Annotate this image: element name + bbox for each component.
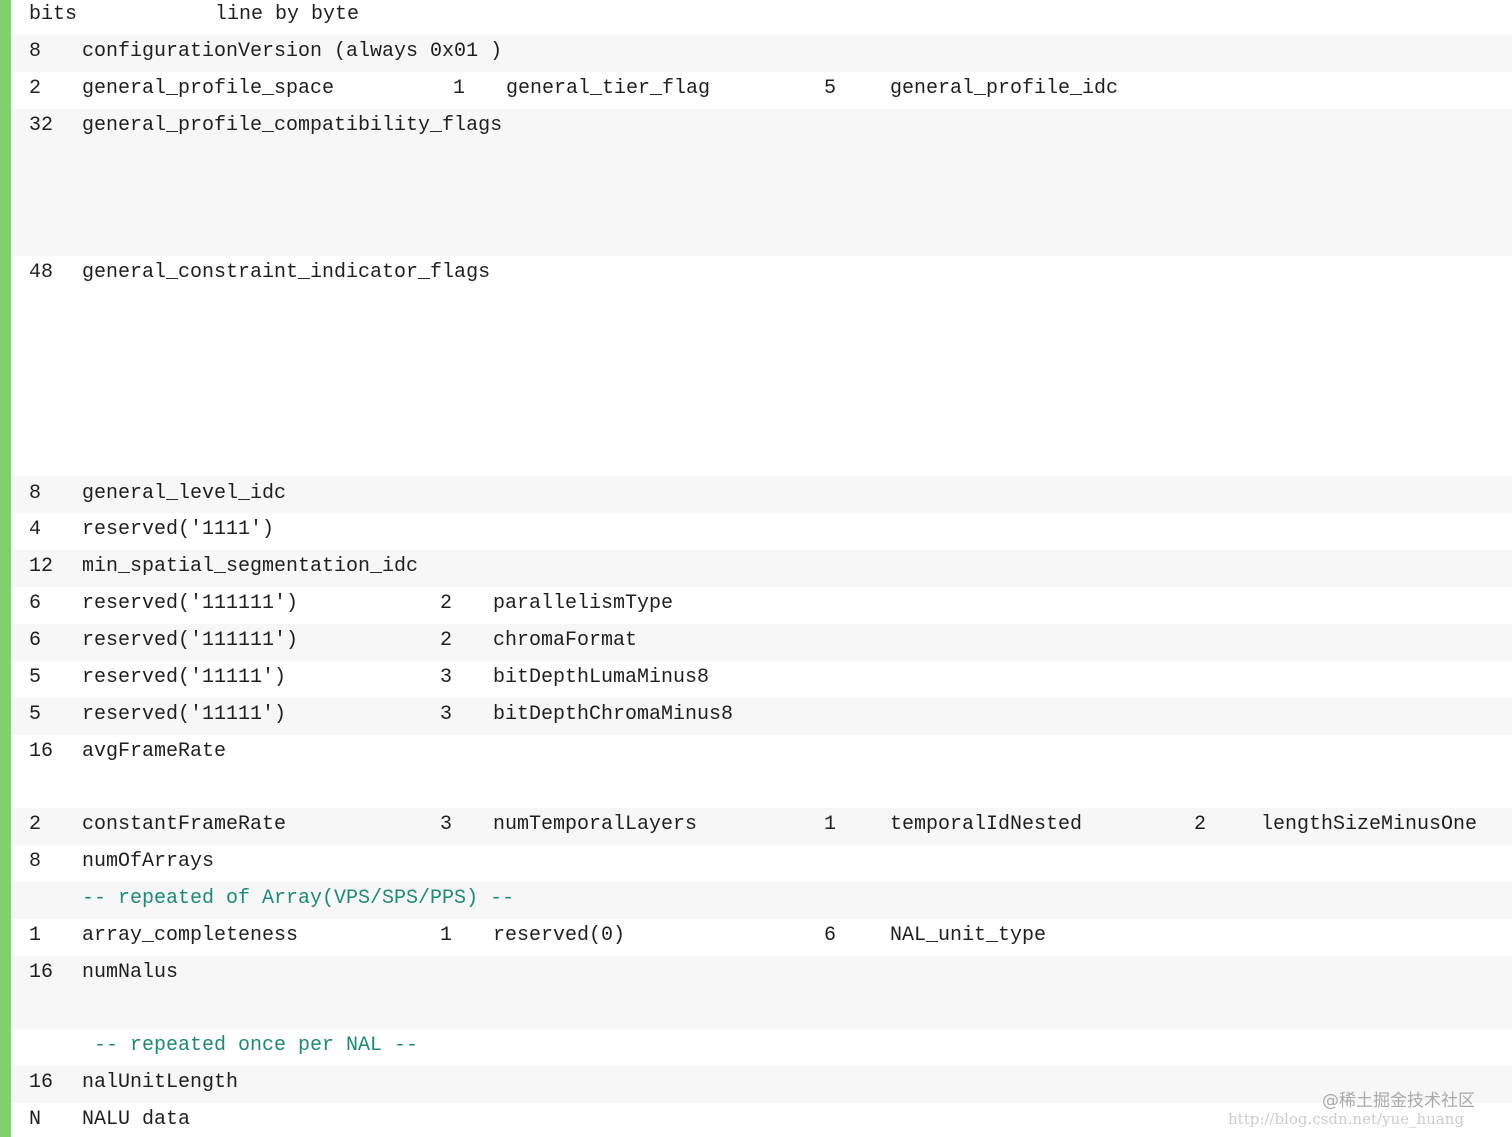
bits-cell: 2 [29, 813, 42, 836]
field-cell: reserved(0) [493, 924, 626, 947]
field-cell: reserved('11111') [82, 703, 287, 726]
repeat-comment: -- repeated of Array(VPS/SPS/PPS) -- [82, 887, 515, 910]
header-row: bits line by byte [11, 0, 1512, 35]
field-cell: reserved('111111') [82, 592, 299, 615]
bits-cell: 5 [824, 77, 837, 100]
bits-cell: 3 [440, 813, 453, 836]
field-cell: reserved('1111') [82, 518, 275, 541]
table-row: 2 general_profile_space 1 general_tier_f… [11, 72, 1512, 109]
table-title: line by byte [215, 3, 360, 26]
table-row: 6 reserved('111111') 2 parallelismType [11, 587, 1512, 624]
field-cell: min_spatial_segmentation_idc [82, 555, 419, 578]
bits-cell: 2 [29, 77, 42, 100]
bits-cell: 12 [29, 555, 54, 578]
field-cell: lengthSizeMinusOne [1261, 813, 1478, 836]
field-cell: general_profile_space [82, 77, 335, 100]
table-row: 48 general_constraint_indicator_flags [11, 256, 1512, 476]
field-cell: numTemporalLayers [493, 813, 698, 836]
bits-cell: 3 [440, 666, 453, 689]
table-row: 6 reserved('111111') 2 chromaFormat [11, 624, 1512, 661]
watermark-text: @稀土掘金技术社区 [1322, 1091, 1475, 1111]
bits-cell: 2 [1194, 813, 1207, 836]
bits-cell: 5 [29, 666, 42, 689]
bits-cell: 1 [29, 924, 42, 947]
bits-cell: 6 [29, 592, 42, 615]
field-cell: array_completeness [82, 924, 299, 947]
table-row: 1 array_completeness 1 reserved(0) 6 NAL… [11, 919, 1512, 956]
field-cell: chromaFormat [493, 629, 638, 652]
bits-cell: 2 [440, 629, 453, 652]
bits-cell: 4 [29, 518, 42, 541]
bits-cell: 48 [29, 261, 54, 284]
field-cell: numOfArrays [82, 850, 215, 873]
table-row: -- repeated once per NAL -- [11, 1029, 1512, 1066]
field-cell: general_profile_compatibility_flags [82, 114, 503, 137]
bits-cell: 1 [824, 813, 837, 836]
field-cell: bitDepthLumaMinus8 [493, 666, 710, 689]
repeat-comment: -- repeated once per NAL -- [82, 1034, 419, 1057]
bits-cell: 16 [29, 961, 54, 984]
table-row: 2 constantFrameRate 3 numTemporalLayers … [11, 808, 1512, 845]
field-cell: reserved('11111') [82, 666, 287, 689]
field-cell: general_constraint_indicator_flags [82, 261, 491, 284]
field-cell: constantFrameRate [82, 813, 287, 836]
table-row: 16 numNalus [11, 956, 1512, 1029]
field-cell: avgFrameRate [82, 740, 227, 763]
table-row: 32 general_profile_compatibility_flags [11, 109, 1512, 256]
bits-cell: 6 [824, 924, 837, 947]
field-cell: temporalIdNested [890, 813, 1083, 836]
table-row: 16 nalUnitLength [11, 1066, 1512, 1103]
field-cell: reserved('111111') [82, 629, 299, 652]
table-row: 8 numOfArrays [11, 845, 1512, 882]
bits-cell: N [29, 1108, 42, 1131]
field-cell: general_profile_idc [890, 77, 1119, 100]
bits-cell: 1 [440, 924, 453, 947]
bits-cell: 32 [29, 114, 54, 137]
bits-cell: 1 [453, 77, 466, 100]
field-cell: nalUnitLength [82, 1071, 239, 1094]
field-cell: parallelismType [493, 592, 674, 615]
table-row: 4 reserved('1111') [11, 513, 1512, 550]
field-cell: bitDepthChromaMinus8 [493, 703, 734, 726]
table-row: 5 reserved('11111') 3 bitDepthChromaMinu… [11, 698, 1512, 735]
table-row: -- repeated of Array(VPS/SPS/PPS) -- [11, 882, 1512, 919]
bits-cell: 5 [29, 703, 42, 726]
table-row: 8 configurationVersion (always 0x01 ) [11, 35, 1512, 72]
left-accent-bar [0, 0, 11, 1137]
table-row: 12 min_spatial_segmentation_idc [11, 550, 1512, 587]
bits-cell: 3 [440, 703, 453, 726]
field-cell: configurationVersion (always 0x01 ) [82, 40, 503, 63]
field-cell: general_tier_flag [506, 77, 711, 100]
field-cell: NAL_unit_type [890, 924, 1047, 947]
field-cell: NALU data [82, 1108, 191, 1131]
bits-cell: 16 [29, 1071, 54, 1094]
bits-cell: 8 [29, 850, 42, 873]
bits-column-header: bits [29, 3, 78, 26]
table-row: 16 avgFrameRate [11, 735, 1512, 808]
watermark-url: http://blog.csdn.net/yue_huang [1228, 1110, 1465, 1128]
bits-cell: 8 [29, 482, 42, 505]
table-row: 5 reserved('11111') 3 bitDepthLumaMinus8 [11, 661, 1512, 698]
bits-cell: 16 [29, 740, 54, 763]
bits-cell: 2 [440, 592, 453, 615]
bits-cell: 6 [29, 629, 42, 652]
field-cell: numNalus [82, 961, 179, 984]
bits-cell: 8 [29, 40, 42, 63]
field-cell: general_level_idc [82, 482, 287, 505]
table-row: 8 general_level_idc [11, 476, 1512, 513]
